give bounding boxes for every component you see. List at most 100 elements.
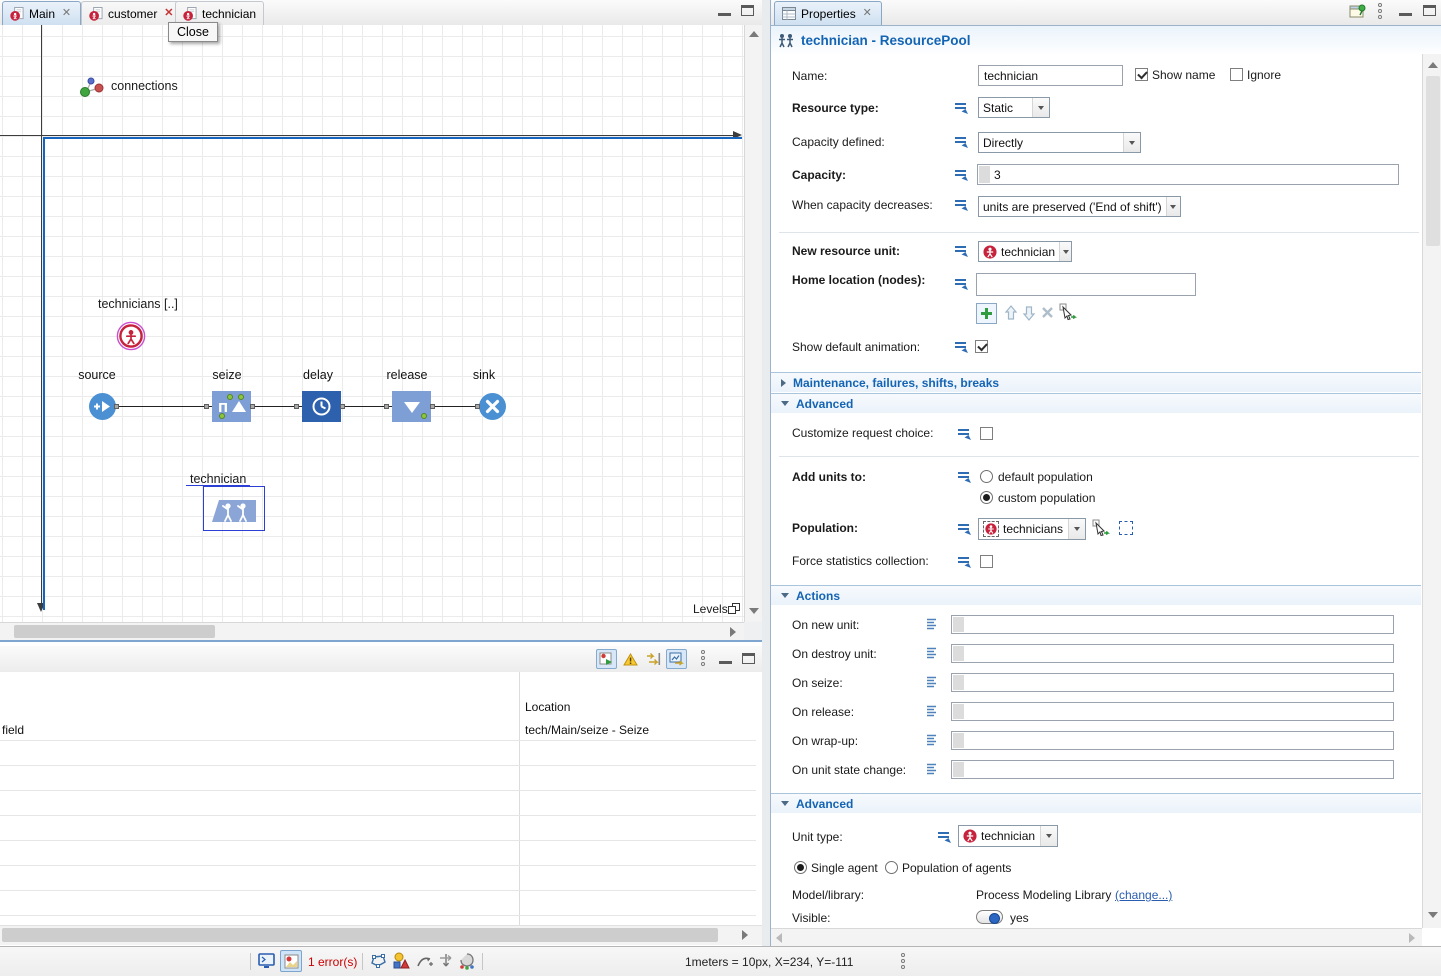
pick-from-canvas-icon[interactable] <box>1059 303 1077 321</box>
code-action-icon[interactable] <box>926 733 938 747</box>
resource-type-select[interactable]: Static <box>978 97 1050 118</box>
show-default-animation-checkbox[interactable] <box>975 340 988 353</box>
change-library-link[interactable]: (change...) <box>1115 888 1172 902</box>
resource-pool-label[interactable]: technician <box>190 472 246 486</box>
warnings-filter-button[interactable] <box>620 649 641 669</box>
technicians-population-icon[interactable] <box>116 321 146 351</box>
show-population-icon[interactable] <box>1119 521 1133 535</box>
dynamic-param-icon[interactable] <box>953 276 969 291</box>
connections-icon[interactable] <box>78 73 106 99</box>
seize-label[interactable]: seize <box>212 368 241 382</box>
code-action-icon[interactable] <box>926 675 938 689</box>
canvas-vscrollbar[interactable] <box>744 25 762 622</box>
pick-from-canvas-icon[interactable] <box>1092 519 1110 537</box>
custom-population-radio[interactable] <box>980 491 993 504</box>
properties-minimize-button[interactable] <box>1399 7 1412 16</box>
release-label[interactable]: release <box>387 368 428 382</box>
dynamic-param-icon[interactable] <box>956 426 972 441</box>
levels-icon[interactable] <box>728 603 741 615</box>
section-maintenance[interactable]: Maintenance, failures, shifts, breaks <box>771 372 1421 392</box>
tab-main-close-icon[interactable] <box>60 7 73 20</box>
port[interactable] <box>430 404 435 409</box>
view-menu-icon[interactable] <box>700 650 706 668</box>
add-node-button[interactable] <box>976 303 997 324</box>
delay-block[interactable] <box>302 391 341 422</box>
canvas-hscrollbar[interactable] <box>0 622 744 641</box>
scroll-right-icon[interactable] <box>742 930 748 940</box>
properties-maximize-button[interactable] <box>1423 5 1436 16</box>
pin-view-icon[interactable] <box>1349 4 1367 20</box>
hscroll-thumb[interactable] <box>2 928 718 942</box>
remove-node-icon[interactable] <box>1041 306 1054 319</box>
population-of-agents-radio[interactable] <box>885 861 898 874</box>
dynamic-param-icon[interactable] <box>953 167 969 182</box>
console-maximize-button[interactable] <box>742 653 755 664</box>
unit-type-select[interactable]: technician <box>958 825 1058 847</box>
when-capacity-select[interactable]: units are preserved ('End of shift') <box>978 196 1181 217</box>
scroll-lock-button[interactable] <box>643 649 664 669</box>
on-destroy-unit-input[interactable] <box>951 644 1394 663</box>
scroll-right-icon[interactable] <box>1409 933 1415 943</box>
console-hscrollbar[interactable] <box>0 925 762 945</box>
dynamic-param-icon[interactable] <box>956 469 972 484</box>
new-resource-unit-select[interactable]: technician <box>978 241 1072 262</box>
port[interactable] <box>340 404 345 409</box>
connections-label[interactable]: connections <box>111 79 178 93</box>
delay-label[interactable]: delay <box>303 368 333 382</box>
port[interactable] <box>204 404 209 409</box>
editor-maximize-button[interactable] <box>741 5 754 16</box>
dynamic-param-icon[interactable] <box>956 554 972 569</box>
sink-block[interactable] <box>479 393 506 420</box>
port[interactable] <box>475 404 480 409</box>
section-actions[interactable]: Actions <box>771 585 1421 605</box>
move-down-icon[interactable] <box>1022 305 1036 321</box>
problem-row-description[interactable]: field <box>2 723 24 737</box>
properties-hscrollbar[interactable] <box>771 928 1422 947</box>
scroll-down-icon[interactable] <box>749 608 759 614</box>
on-new-unit-input[interactable] <box>951 615 1394 634</box>
scroll-up-icon[interactable] <box>1428 62 1438 68</box>
code-action-icon[interactable] <box>926 617 938 631</box>
dynamic-param-icon[interactable] <box>953 339 969 354</box>
shapes-icon[interactable] <box>392 952 410 970</box>
on-seize-input[interactable] <box>951 673 1394 692</box>
problem-row-location[interactable]: tech/Main/seize - Seize <box>525 723 649 737</box>
section-advanced-1[interactable]: Advanced <box>771 393 1421 413</box>
dynamic-param-icon[interactable] <box>956 521 972 536</box>
home-location-input[interactable] <box>976 273 1196 296</box>
single-agent-radio[interactable] <box>794 861 807 874</box>
dynamic-param-icon[interactable] <box>953 134 969 149</box>
dynamic-param-icon[interactable] <box>953 100 969 115</box>
problems-toggle-button[interactable] <box>280 950 302 972</box>
scroll-down-icon[interactable] <box>1428 912 1438 918</box>
source-label[interactable]: source <box>78 368 116 382</box>
properties-vscrollbar[interactable] <box>1422 54 1441 928</box>
scroll-left-icon[interactable] <box>776 933 782 943</box>
lasso-select-icon[interactable] <box>370 953 387 969</box>
rotate-handle-icon[interactable] <box>458 952 476 970</box>
port[interactable] <box>114 404 119 409</box>
capacity-defined-select[interactable]: Directly <box>978 132 1141 153</box>
move-arrows-icon[interactable] <box>438 952 454 970</box>
capacity-input[interactable]: 3 <box>977 164 1399 185</box>
dynamic-param-icon[interactable] <box>936 829 952 844</box>
technicians-population-label[interactable]: technicians [..] <box>98 297 178 311</box>
tab-properties-close-icon[interactable] <box>861 7 874 20</box>
statusbar-grip-icon[interactable] <box>900 953 906 971</box>
tab-properties[interactable]: Properties <box>774 1 882 25</box>
show-name-checkbox[interactable] <box>1135 68 1148 81</box>
release-block[interactable] <box>392 391 431 422</box>
on-wrap-up-input[interactable] <box>951 731 1394 750</box>
code-action-icon[interactable] <box>926 646 938 660</box>
tab-main[interactable]: Main <box>2 1 82 25</box>
move-up-icon[interactable] <box>1004 305 1018 321</box>
seize-block[interactable] <box>212 391 251 422</box>
sink-label[interactable]: sink <box>473 368 495 382</box>
population-select[interactable]: technicians <box>978 518 1086 540</box>
editor-minimize-button[interactable] <box>718 7 731 16</box>
error-count[interactable]: 1 error(s) <box>308 955 357 969</box>
dynamic-param-icon[interactable] <box>953 243 969 258</box>
visible-toggle[interactable] <box>976 910 1003 924</box>
console-icon[interactable] <box>258 953 275 969</box>
tab-customer-close-icon[interactable] <box>162 7 175 20</box>
